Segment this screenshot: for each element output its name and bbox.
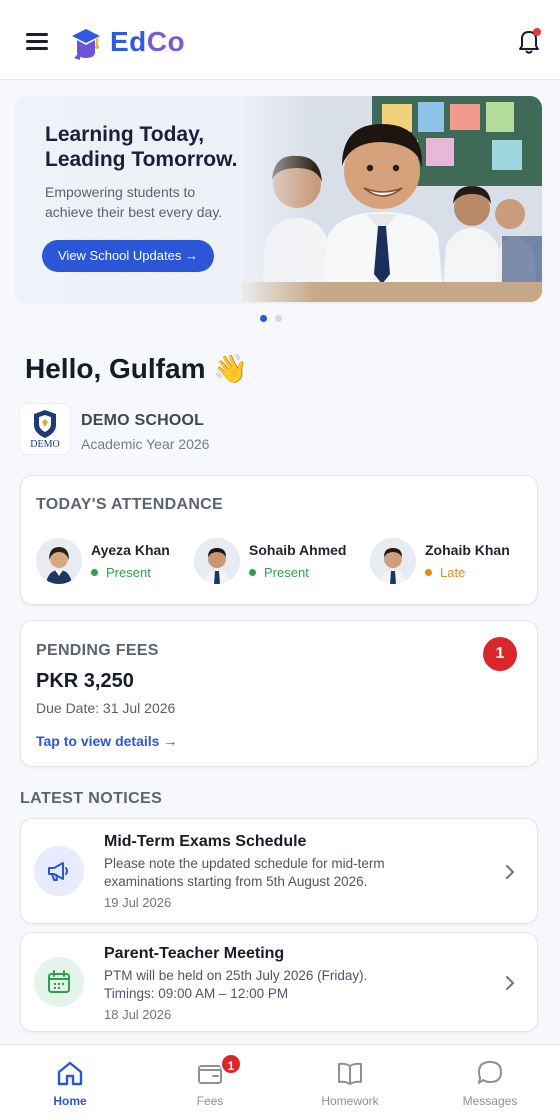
chat-bubble-icon <box>478 1061 502 1084</box>
status-dot <box>249 569 256 577</box>
school-name: DEMO SCHOOL <box>81 412 205 429</box>
nav-fees[interactable]: 1 Fees <box>140 1045 280 1120</box>
greeting-heading: Hello, Gulfam 👋 <box>25 352 248 385</box>
nav-messages[interactable]: Messages <box>420 1045 560 1120</box>
status-badge: Late <box>425 565 465 580</box>
academic-year: Academic Year 2026 <box>81 436 210 452</box>
status-text: Present <box>106 565 151 580</box>
student-attendance-ayeza[interactable]: Ayeza Khan Present <box>36 538 186 584</box>
logo-co: Co <box>146 26 186 57</box>
carousel-indicator <box>260 315 282 322</box>
school-logo: DEMO <box>20 404 70 454</box>
chevron-right-icon <box>506 865 514 879</box>
hamburger-menu-icon[interactable] <box>22 28 52 54</box>
fee-due-date: Due Date: 31 Jul 2026 <box>36 700 176 716</box>
carousel-dot-1[interactable] <box>260 315 267 322</box>
attendance-title: TODAY'S ATTENDANCE <box>36 496 224 513</box>
banner-subtitle: Empowering students to achieve their bes… <box>45 182 265 222</box>
fee-amount: PKR 3,250 <box>36 670 134 692</box>
nav-home-label: Home <box>53 1094 87 1108</box>
view-school-updates-button[interactable]: View School Updates → <box>42 240 214 272</box>
status-dot <box>91 569 98 577</box>
student-attendance-zohaib[interactable]: Zohaib Khan Late <box>370 538 530 584</box>
status-badge: Present <box>91 565 151 580</box>
carousel-dot-2[interactable] <box>275 315 282 322</box>
notification-dot <box>533 28 541 36</box>
notice-date: 19 Jul 2026 <box>104 895 172 910</box>
notice-item-ptm[interactable]: Parent-Teacher Meeting PTM will be held … <box>20 932 538 1032</box>
student-name: Sohaib Ahmed <box>249 542 347 558</box>
notice-body: PTM will be held on 25th July 2026 (Frid… <box>104 968 368 1001</box>
fees-count-badge: 1 <box>483 637 517 671</box>
notice-item-midterm[interactable]: Mid-Term Exams Schedule Please note the … <box>20 818 538 924</box>
student-attendance-sohaib[interactable]: Sohaib Ahmed Present <box>194 538 364 584</box>
logo-ed: Ed <box>110 26 147 57</box>
app-header: EdCo <box>0 0 560 80</box>
student-name: Ayeza Khan <box>91 542 170 558</box>
status-badge: Present <box>249 565 309 580</box>
status-text: Late <box>440 565 466 580</box>
graduation-cap-logo-icon <box>72 29 100 60</box>
banner-subtitle-line2: achieve their best every day. <box>45 204 223 220</box>
app-logo: EdCo <box>66 22 185 62</box>
banner-title-line1: Learning Today, <box>45 123 205 146</box>
avatar <box>370 538 416 584</box>
megaphone-icon <box>34 846 84 896</box>
nav-homework-label: Homework <box>321 1094 379 1108</box>
notice-title: Parent-Teacher Meeting <box>104 945 285 962</box>
bell-icon[interactable] <box>514 26 544 56</box>
banner-title: Learning Today, Leading Tomorrow. <box>45 122 305 172</box>
nav-homework[interactable]: Homework <box>280 1045 420 1120</box>
fees-nav-badge: 1 <box>220 1053 242 1075</box>
home-icon <box>57 1061 83 1086</box>
hero-banner[interactable]: Learning Today, Leading Tomorrow. Empowe… <box>16 96 542 302</box>
status-dot <box>425 569 432 577</box>
bottom-navigation: Home 1 Fees Homework Messages <box>0 1044 560 1120</box>
nav-home[interactable]: Home <box>0 1045 140 1120</box>
logo-wordmark: EdCo <box>110 26 185 58</box>
greeting-text: Hello, Gulfam <box>25 353 206 384</box>
banner-subtitle-line1: Empowering students to <box>45 184 196 200</box>
notice-title: Mid-Term Exams Schedule <box>104 833 307 850</box>
calendar-icon <box>34 957 84 1007</box>
chevron-right-icon <box>506 976 514 990</box>
nav-fees-label: Fees <box>196 1094 224 1108</box>
school-crest-icon: DEMO <box>30 410 60 450</box>
pending-fees-card[interactable]: PENDING FEES 1 PKR 3,250 Due Date: 31 Ju… <box>20 620 538 767</box>
avatar <box>194 538 240 584</box>
school-logo-text: DEMO <box>30 439 59 450</box>
status-text: Present <box>264 565 309 580</box>
notice-date: 18 Jul 2026 <box>104 1007 172 1022</box>
attendance-card[interactable]: TODAY'S ATTENDANCE Ayeza Khan Present So… <box>20 475 538 605</box>
avatar <box>36 538 82 584</box>
nav-messages-label: Messages <box>462 1094 518 1108</box>
banner-title-line2: Leading Tomorrow. <box>45 148 238 171</box>
waving-hand-emoji: 👋 <box>213 353 249 384</box>
student-name: Zohaib Khan <box>425 542 510 558</box>
latest-notices-title: LATEST NOTICES <box>20 790 163 807</box>
notice-body: Please note the updated schedule for mid… <box>104 856 385 889</box>
view-fee-details-link[interactable]: Tap to view details → <box>36 733 177 749</box>
book-icon <box>338 1062 362 1085</box>
pending-fees-title: PENDING FEES <box>36 642 159 659</box>
